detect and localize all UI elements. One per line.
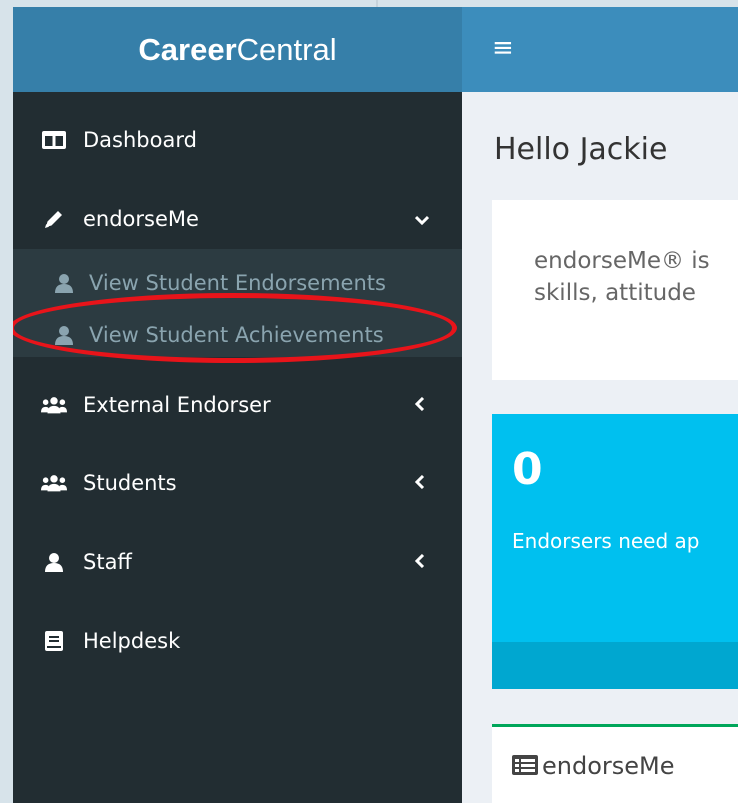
sidebar-item-external-endorser[interactable]: External Endorser bbox=[13, 385, 462, 425]
hamburger-icon[interactable]: ≡ bbox=[492, 35, 514, 61]
endorseme-panel: endorseMe bbox=[492, 724, 738, 803]
chevron-left-icon bbox=[414, 552, 425, 573]
sidebar-item-dashboard[interactable]: Dashboard bbox=[13, 120, 462, 160]
brand-light: Central bbox=[236, 31, 337, 67]
app-window: Career Central ≡ Dashboard endorseMe Vie… bbox=[13, 7, 738, 803]
brand-logo[interactable]: Career Central bbox=[13, 7, 462, 92]
stat-value: 0 bbox=[512, 444, 543, 495]
intro-line-1: endorseMe® is bbox=[534, 248, 710, 274]
sidebar-item-label: Helpdesk bbox=[83, 629, 181, 653]
submenu-item-view-achievements[interactable]: View Student Achievements bbox=[13, 309, 462, 361]
chevron-down-icon bbox=[414, 209, 430, 230]
intro-line-2: skills, attitude bbox=[534, 280, 696, 306]
submenu-item-label: View Student Achievements bbox=[89, 323, 384, 347]
book-icon bbox=[41, 630, 67, 652]
sidebar-item-endorseme[interactable]: endorseMe bbox=[13, 199, 462, 239]
columns-icon bbox=[41, 129, 67, 151]
stat-box[interactable]: 0 Endorsers need ap bbox=[492, 414, 738, 689]
sidebar-item-students[interactable]: Students bbox=[13, 463, 462, 503]
chevron-left-icon bbox=[414, 473, 425, 494]
list-alt-icon bbox=[512, 755, 538, 775]
brand-bold: Career bbox=[138, 31, 237, 67]
sidebar: Dashboard endorseMe View Student Endorse… bbox=[13, 92, 462, 803]
user-icon bbox=[53, 272, 75, 294]
sidebar-item-label: Staff bbox=[83, 550, 132, 574]
endorseme-submenu: View Student Endorsements View Student A… bbox=[13, 249, 462, 357]
pencil-icon bbox=[41, 208, 67, 230]
sidebar-item-label: Dashboard bbox=[83, 128, 197, 152]
stat-footer-link[interactable] bbox=[492, 642, 738, 689]
sidebar-item-staff[interactable]: Staff bbox=[13, 542, 462, 582]
intro-text: endorseMe® is skills, attitude bbox=[534, 245, 710, 309]
users-icon bbox=[41, 472, 67, 494]
top-navbar: ≡ bbox=[462, 7, 738, 92]
submenu-item-view-endorsements[interactable]: View Student Endorsements bbox=[13, 257, 462, 309]
user-icon bbox=[41, 551, 67, 573]
main-content: Hello Jackie endorseMe® is skills, attitu… bbox=[462, 92, 738, 803]
submenu-item-label: View Student Endorsements bbox=[89, 271, 386, 295]
users-icon bbox=[41, 394, 67, 416]
intro-box: endorseMe® is skills, attitude bbox=[492, 200, 738, 380]
sidebar-item-helpdesk[interactable]: Helpdesk bbox=[13, 621, 462, 661]
sidebar-item-label: Students bbox=[83, 471, 177, 495]
chevron-left-icon bbox=[414, 395, 425, 416]
user-icon bbox=[53, 324, 75, 346]
sidebar-item-label: endorseMe bbox=[83, 207, 199, 231]
stat-label: Endorsers need ap bbox=[512, 529, 700, 553]
page-title: Hello Jackie bbox=[494, 132, 668, 167]
panel-title: endorseMe bbox=[542, 752, 675, 780]
sidebar-item-label: External Endorser bbox=[83, 393, 271, 417]
